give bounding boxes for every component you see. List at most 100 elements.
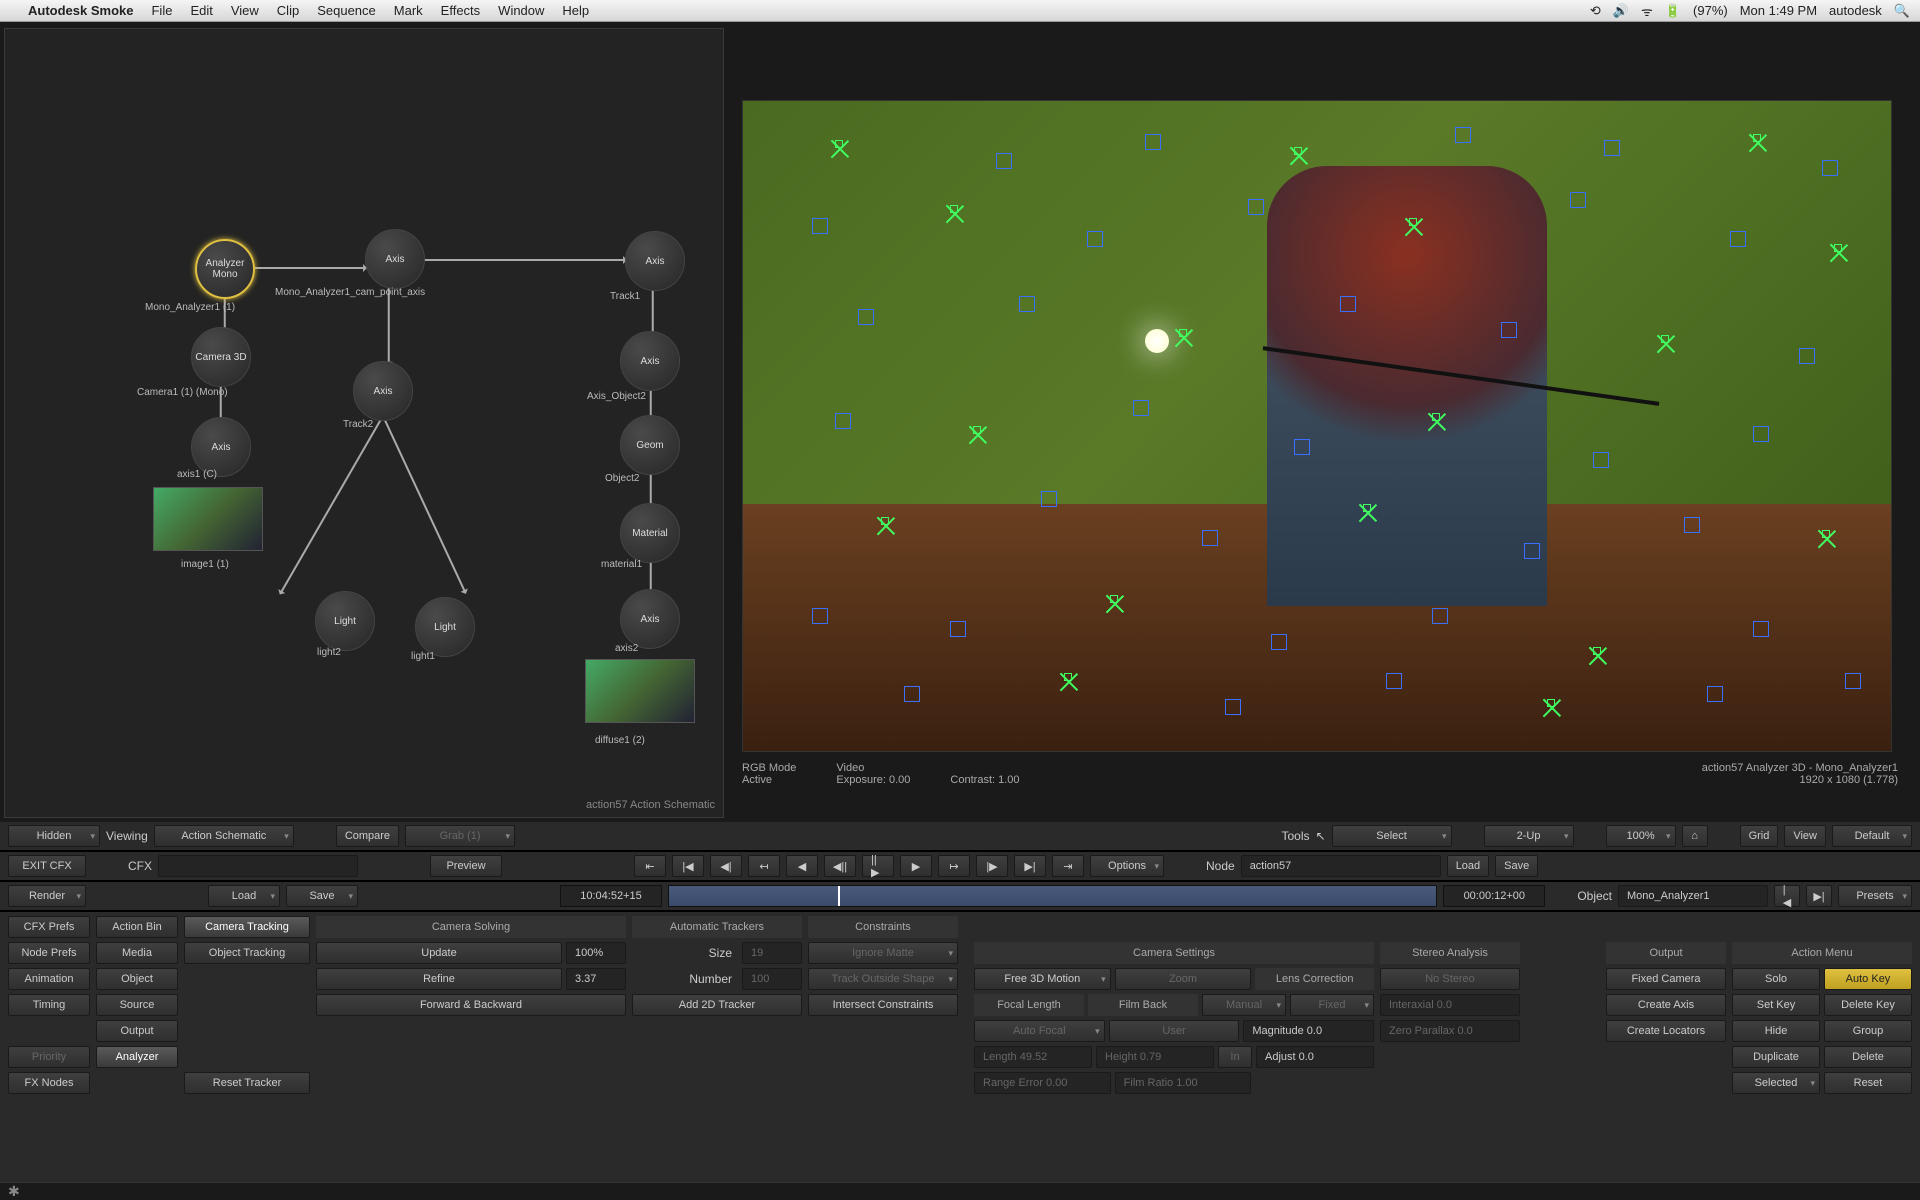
object-button[interactable]: Object xyxy=(96,968,178,990)
action-schematic-panel[interactable]: action57 Action Schematic Analyzer MonoA… xyxy=(4,28,724,818)
tracker-marker[interactable] xyxy=(973,426,981,434)
tracker-marker[interactable] xyxy=(1294,147,1302,155)
create-locators-button[interactable]: Create Locators xyxy=(1606,1020,1726,1042)
sync-icon[interactable]: ⟲ xyxy=(1590,3,1601,19)
user-label[interactable]: autodesk xyxy=(1829,3,1882,18)
step-back-button[interactable]: ↤ xyxy=(748,855,780,877)
tracker-marker[interactable] xyxy=(1294,439,1310,455)
group-button[interactable]: Group xyxy=(1824,1020,1912,1042)
auto-focal-dropdown[interactable]: Auto Focal xyxy=(974,1020,1105,1042)
ignore-matte-dropdown[interactable]: Ignore Matte xyxy=(808,942,958,964)
cfx-prefs-button[interactable]: CFX Prefs xyxy=(8,916,90,938)
priority-button[interactable]: Priority xyxy=(8,1046,90,1068)
track-outside-dropdown[interactable]: Track Outside Shape xyxy=(808,968,958,990)
zero-parallax-field[interactable]: Zero Parallax 0.0 xyxy=(1380,1020,1520,1042)
manual-dropdown[interactable]: Manual xyxy=(1202,994,1286,1016)
tracker-marker[interactable] xyxy=(1822,160,1838,176)
hide-button[interactable]: Hide xyxy=(1732,1020,1820,1042)
menu-mark[interactable]: Mark xyxy=(394,3,423,18)
pause-fwd-button[interactable]: ||▶ xyxy=(862,855,894,877)
play-back-button[interactable]: ◀ xyxy=(786,855,818,877)
tracker-marker[interactable] xyxy=(1570,192,1586,208)
tracker-marker[interactable] xyxy=(1340,296,1356,312)
tracker-marker[interactable] xyxy=(1202,530,1218,546)
tracker-marker[interactable] xyxy=(1501,322,1517,338)
intersect-constraints-button[interactable]: Intersect Constraints xyxy=(808,994,958,1016)
step-fwd-key-button[interactable]: |▶ xyxy=(976,855,1008,877)
tracker-marker[interactable] xyxy=(1524,543,1540,559)
fixed-dropdown[interactable]: Fixed xyxy=(1290,994,1374,1016)
node-axis1[interactable]: Axis xyxy=(365,229,425,289)
zoom-button[interactable]: Zoom xyxy=(1115,968,1252,990)
solo-button[interactable]: Solo xyxy=(1732,968,1820,990)
forward-backward-button[interactable]: Forward & Backward xyxy=(316,994,626,1016)
presets-dropdown[interactable]: Presets xyxy=(1838,885,1912,907)
no-stereo-button[interactable]: No Stereo xyxy=(1380,968,1520,990)
tracker-marker[interactable] xyxy=(812,608,828,624)
play-button[interactable]: ▶ xyxy=(900,855,932,877)
tracker-marker[interactable] xyxy=(950,621,966,637)
tracker-marker[interactable] xyxy=(1845,673,1861,689)
create-axis-button[interactable]: Create Axis xyxy=(1606,994,1726,1016)
node-field[interactable]: action57 xyxy=(1241,855,1441,877)
interaxial-field[interactable]: Interaxial 0.0 xyxy=(1380,994,1520,1016)
in-button[interactable]: In xyxy=(1218,1046,1252,1068)
node-axis3[interactable]: Axis xyxy=(353,361,413,421)
grid-button[interactable]: Grid xyxy=(1740,825,1779,847)
default-dropdown[interactable]: Default xyxy=(1832,825,1912,847)
tracker-marker[interactable] xyxy=(812,218,828,234)
height-field[interactable]: Height 0.79 xyxy=(1096,1046,1214,1068)
options-dropdown[interactable]: Options xyxy=(1090,855,1164,877)
step-back-key-button[interactable]: ◀| xyxy=(710,855,742,877)
set-key-button[interactable]: Set Key xyxy=(1732,994,1820,1016)
exit-cfx-button[interactable]: EXIT CFX xyxy=(8,855,86,877)
tracker-marker[interactable] xyxy=(1684,517,1700,533)
menu-view[interactable]: View xyxy=(231,3,259,18)
node-axis2[interactable]: Axis xyxy=(625,231,685,291)
tracker-marker[interactable] xyxy=(1661,335,1669,343)
volume-icon[interactable]: 🔊 xyxy=(1613,3,1629,19)
range-error-field[interactable]: Range Error 0.00 xyxy=(974,1072,1111,1094)
tracker-marker[interactable] xyxy=(1604,140,1620,156)
object-tracking-button[interactable]: Object Tracking xyxy=(184,942,310,964)
tracker-marker[interactable] xyxy=(1753,621,1769,637)
film-ratio-field[interactable]: Film Ratio 1.00 xyxy=(1115,1072,1252,1094)
wifi-icon[interactable]: ᯤ xyxy=(1641,2,1653,20)
length-field[interactable]: Length 49.52 xyxy=(974,1046,1092,1068)
clock[interactable]: Mon 1:49 PM xyxy=(1740,3,1817,18)
add-2d-tracker-button[interactable]: Add 2D Tracker xyxy=(632,994,802,1016)
timing-button[interactable]: Timing xyxy=(8,994,90,1016)
animation-button[interactable]: Animation xyxy=(8,968,90,990)
grab-dropdown[interactable]: Grab (1) xyxy=(405,825,515,847)
timeline-track[interactable] xyxy=(668,885,1437,907)
tracker-marker[interactable] xyxy=(1834,244,1842,252)
node-analyzer[interactable]: Analyzer Mono xyxy=(195,239,255,299)
tracker-number-field[interactable]: 100 xyxy=(742,968,802,990)
tracker-marker[interactable] xyxy=(996,153,1012,169)
motion-dropdown[interactable]: Free 3D Motion xyxy=(974,968,1111,990)
tracker-marker[interactable] xyxy=(1225,699,1241,715)
step-fwd-button[interactable]: ↦ xyxy=(938,855,970,877)
menu-edit[interactable]: Edit xyxy=(190,3,212,18)
tracker-marker[interactable] xyxy=(1248,199,1264,215)
pause-back-button[interactable]: ◀‍‍|| xyxy=(824,855,856,877)
next-object-button[interactable]: ▶| xyxy=(1806,885,1832,907)
viewing-dropdown[interactable]: Action Schematic xyxy=(154,825,294,847)
menu-file[interactable]: File xyxy=(151,3,172,18)
load2-dropdown[interactable]: Load xyxy=(208,885,280,907)
tracker-marker[interactable] xyxy=(1386,673,1402,689)
zoom-dropdown[interactable]: 100% xyxy=(1606,825,1676,847)
user-button[interactable]: User xyxy=(1109,1020,1240,1042)
node-thumbnail[interactable] xyxy=(585,659,695,723)
timecode-in-field[interactable]: 10:04:52+15 xyxy=(560,885,662,907)
media-button[interactable]: Media xyxy=(96,942,178,964)
duplicate-button[interactable]: Duplicate xyxy=(1732,1046,1820,1068)
node-thumbnail[interactable] xyxy=(153,487,263,551)
camera-tracking-button[interactable]: Camera Tracking xyxy=(184,916,310,938)
layout-dropdown[interactable]: 2-Up xyxy=(1484,825,1574,847)
tracker-marker[interactable] xyxy=(1041,491,1057,507)
pointer-icon[interactable]: ↖ xyxy=(1316,829,1326,843)
refine-button[interactable]: Refine xyxy=(316,968,562,990)
tracker-marker[interactable] xyxy=(1363,504,1371,512)
output-button[interactable]: Output xyxy=(96,1020,178,1042)
